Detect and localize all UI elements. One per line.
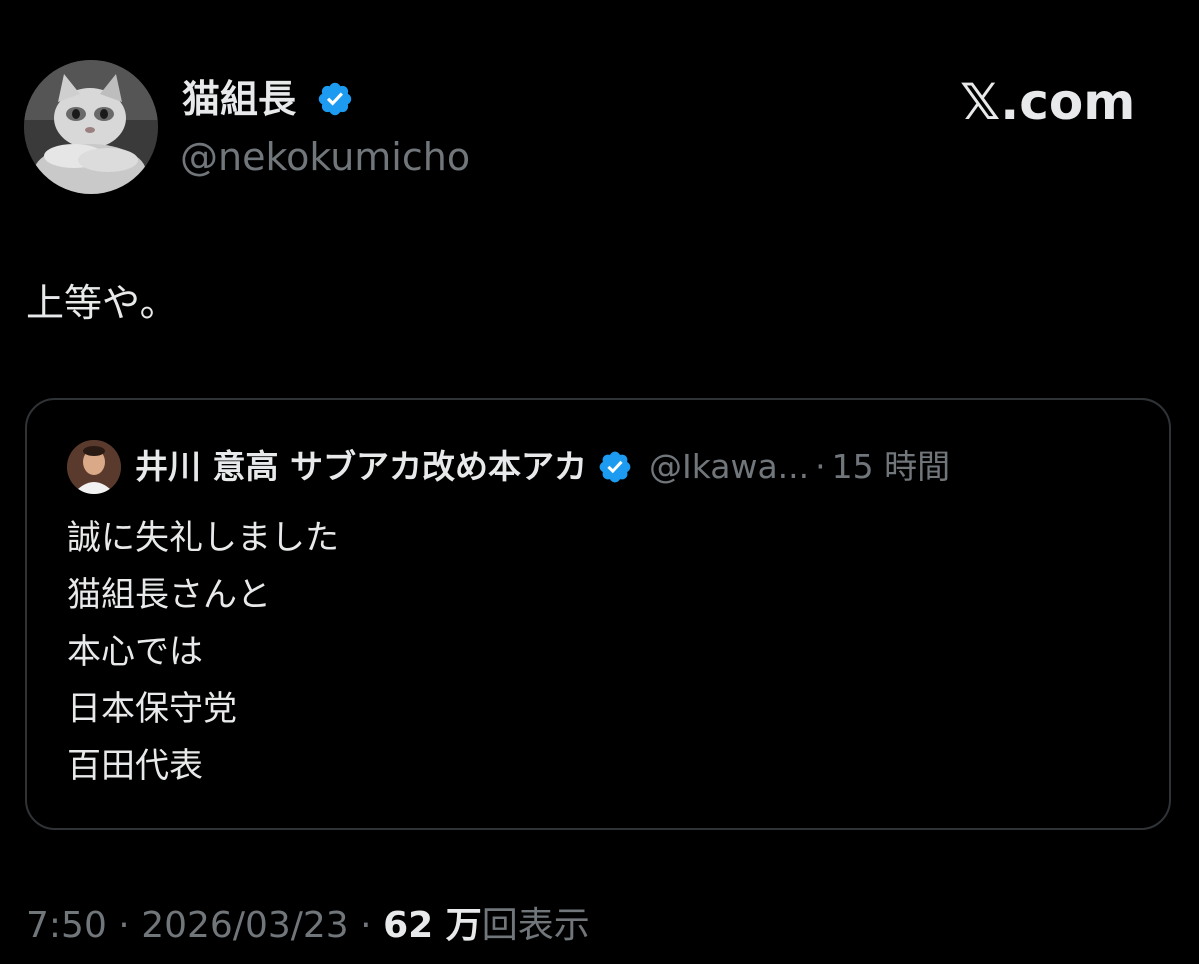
post-meta: 7:50 · 2026/03/23 · 62 万回表示 bbox=[26, 902, 590, 950]
person-avatar-icon[interactable] bbox=[67, 440, 121, 494]
post-text: 上等や。 bbox=[26, 281, 178, 325]
quoted-text-line: 本心では bbox=[67, 632, 203, 672]
quoted-text-line: 誠に失礼しました bbox=[67, 518, 339, 558]
post-time[interactable]: 7:50 bbox=[26, 905, 107, 946]
views-label: 回表示 bbox=[481, 905, 590, 946]
quoted-handle[interactable]: @Ikawa... bbox=[649, 442, 809, 492]
views-count: 62 万 bbox=[383, 905, 482, 946]
cat-avatar-icon[interactable] bbox=[24, 60, 158, 194]
display-name[interactable]: 猫組長 bbox=[182, 76, 296, 122]
quoted-timestamp[interactable]: 15 時間 bbox=[832, 442, 950, 492]
quoted-text-line: 百田代表 bbox=[67, 746, 203, 786]
verified-badge-icon bbox=[318, 82, 352, 116]
verified-badge-icon bbox=[599, 451, 631, 483]
quoted-post-text: 誠に失礼しました 猫組長さんと 本心では 日本保守党 百田代表 bbox=[67, 510, 1127, 795]
user-handle[interactable]: @nekokumicho bbox=[180, 134, 470, 180]
separator-dot: · bbox=[118, 905, 130, 946]
x-logo: 𝕏.com bbox=[960, 73, 1136, 131]
quoted-post-header: 井川 意高 サブアカ改め本アカ @Ikawa... · 15 時間 bbox=[135, 442, 1145, 492]
quoted-display-name[interactable]: 井川 意高 サブアカ改め本アカ bbox=[135, 442, 587, 492]
quoted-text-line: 日本保守党 bbox=[67, 689, 237, 729]
separator-dot: · bbox=[815, 447, 826, 486]
post-date[interactable]: 2026/03/23 bbox=[141, 905, 349, 946]
quoted-text-line: 猫組長さんと bbox=[67, 575, 271, 615]
separator-dot: · bbox=[360, 905, 372, 946]
quoted-post-card[interactable]: 井川 意高 サブアカ改め本アカ @Ikawa... · 15 時間 誠に失礼しま… bbox=[25, 398, 1171, 830]
